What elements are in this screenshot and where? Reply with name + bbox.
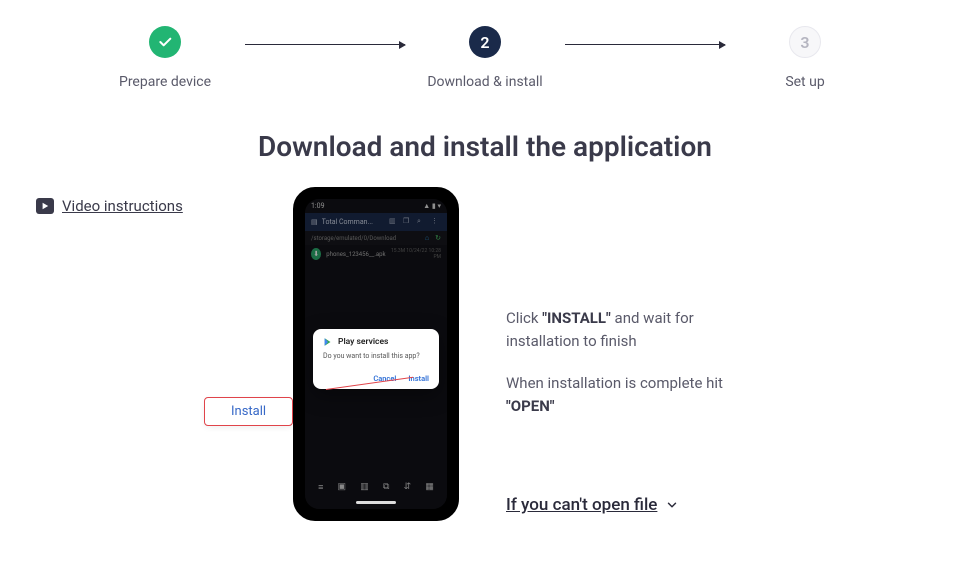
step-prepare-device: Prepare device bbox=[95, 26, 235, 90]
instructions-column: Click "INSTALL" and wait for installatio… bbox=[506, 187, 934, 518]
step-pending-circle: 3 bbox=[789, 26, 821, 58]
popup-title-row: Play services bbox=[323, 337, 429, 347]
popup-title: Play services bbox=[338, 337, 388, 347]
step-label: Download & install bbox=[427, 74, 542, 90]
play-icon bbox=[36, 198, 54, 214]
phone-mockup: 1:09 ▲ ▮ ▾ ▤ Total Comman... ▥ ❐ ⌕ ⋮ /st… bbox=[293, 187, 459, 521]
instruction-text: Click bbox=[506, 309, 542, 327]
stepper: Prepare device 2 Download & install 3 Se… bbox=[0, 0, 970, 90]
step-done-circle bbox=[149, 26, 181, 58]
toolbar-icon: ▦ bbox=[425, 482, 434, 493]
left-column: Video instructions bbox=[36, 187, 246, 215]
toolbar-icon: ≡ bbox=[318, 482, 323, 493]
toolbar-icon: ▥ bbox=[360, 482, 369, 493]
page-title: Download and install the application bbox=[0, 130, 970, 163]
video-link-label: Video instructions bbox=[62, 197, 183, 215]
instruction-text: When installation is complete hit bbox=[506, 374, 723, 392]
stepper-arrow bbox=[565, 28, 725, 60]
phone-column: Install 1:09 ▲ ▮ ▾ ▤ Total Comman... ▥ ❐… bbox=[266, 187, 486, 521]
play-services-icon bbox=[323, 337, 333, 347]
open-file-label: If you can't open file bbox=[506, 492, 657, 518]
step-label: Set up bbox=[785, 74, 824, 90]
popup-install-button: Install bbox=[408, 374, 429, 383]
toolbar-icon: ⧉ bbox=[383, 482, 389, 493]
instruction-bold: "OPEN" bbox=[506, 397, 555, 415]
stepper-arrow bbox=[245, 28, 405, 60]
step-download-install: 2 Download & install bbox=[415, 26, 555, 90]
phone-bottom-toolbar: ≡ ▣ ▥ ⧉ ⇵ ▦ bbox=[305, 482, 447, 493]
chevron-down-icon bbox=[665, 498, 679, 512]
phone-nav-pill bbox=[356, 501, 396, 504]
instruction-paragraph-2: When installation is complete hit "OPEN" bbox=[506, 372, 766, 419]
step-setup: 3 Set up bbox=[735, 26, 875, 90]
phone-screen: 1:09 ▲ ▮ ▾ ▤ Total Comman... ▥ ❐ ⌕ ⋮ /st… bbox=[305, 199, 447, 509]
step-label: Prepare device bbox=[119, 74, 211, 90]
install-popup: Play services Do you want to install thi… bbox=[313, 329, 439, 389]
toolbar-icon: ⇵ bbox=[404, 482, 412, 493]
instruction-paragraph-1: Click "INSTALL" and wait for installatio… bbox=[506, 307, 766, 354]
install-callout-chip: Install bbox=[204, 397, 293, 426]
popup-message: Do you want to install this app? bbox=[323, 352, 429, 360]
check-icon bbox=[157, 34, 173, 50]
video-instructions-link[interactable]: Video instructions bbox=[36, 197, 183, 215]
step-active-circle: 2 bbox=[469, 26, 501, 58]
cant-open-file-link[interactable]: If you can't open file bbox=[506, 492, 679, 518]
toolbar-icon: ▣ bbox=[338, 482, 347, 493]
content-row: Video instructions Install 1:09 ▲ ▮ ▾ ▤ … bbox=[0, 187, 970, 521]
instruction-bold: "INSTALL" bbox=[542, 309, 611, 327]
